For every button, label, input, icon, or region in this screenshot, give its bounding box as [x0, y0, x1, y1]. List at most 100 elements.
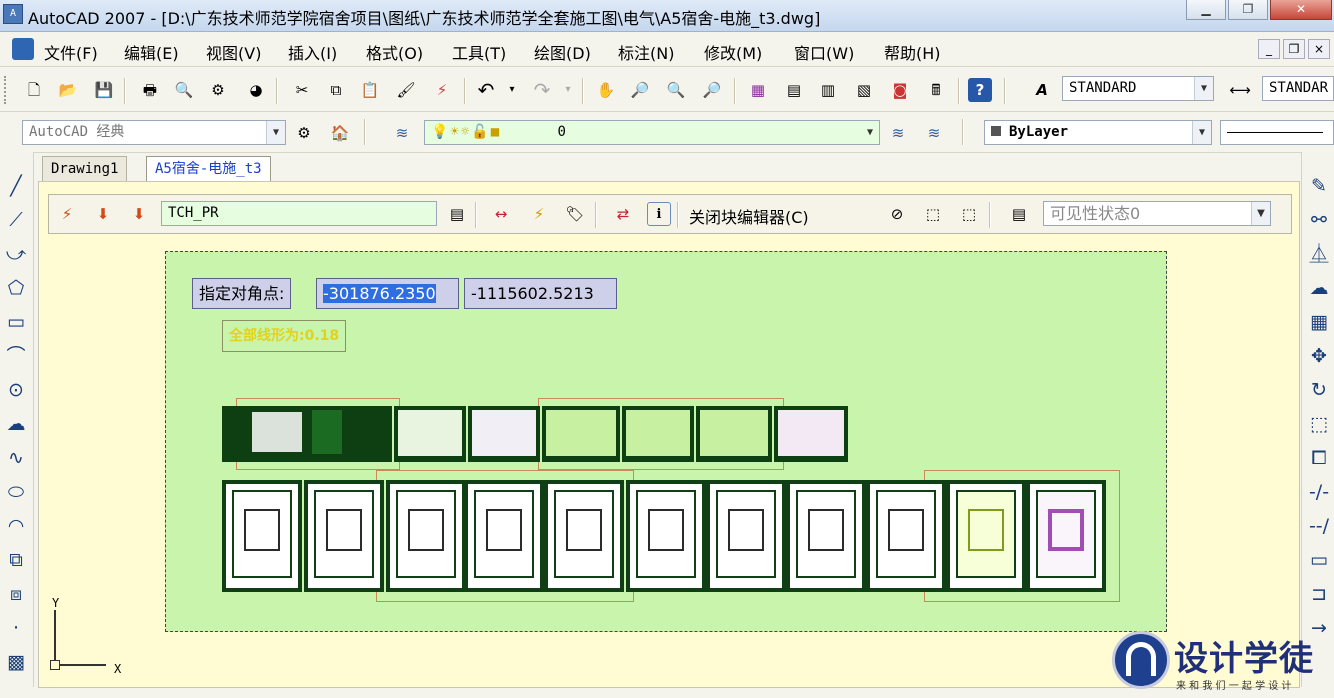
redo-icon[interactable]: ↷: [530, 78, 554, 102]
menu-draw[interactable]: 绘图(D): [534, 40, 591, 64]
doc-restore-button[interactable]: ❐: [1283, 39, 1305, 59]
parameter-set-icon[interactable]: 🏷: [563, 202, 587, 226]
stretch-icon[interactable]: ⧠: [1306, 444, 1332, 472]
workspace-settings-icon[interactable]: ⚙: [292, 121, 316, 145]
open-icon[interactable]: 📂: [56, 78, 80, 102]
tab-drawing1[interactable]: Drawing1: [42, 156, 128, 181]
drawing-sheet[interactable]: [542, 406, 620, 462]
floor-plan-sheet[interactable]: [464, 480, 544, 592]
chevron-down-icon[interactable]: ▼: [1194, 77, 1213, 100]
save-block-icon[interactable]: ⬇: [91, 202, 115, 226]
spline-icon[interactable]: ∿: [3, 444, 29, 472]
menu-insert[interactable]: 插入(I): [288, 40, 337, 64]
close-button[interactable]: ✕: [1270, 0, 1332, 20]
scale-icon[interactable]: ⬚: [1306, 410, 1332, 438]
tab-a5-dorm[interactable]: A5宿舍-电施_t3: [146, 156, 271, 181]
pan-icon[interactable]: ✋: [594, 78, 618, 102]
offset-icon[interactable]: ☁: [1306, 274, 1332, 302]
layer-previous-icon[interactable]: ≋: [922, 121, 946, 145]
redo-dropdown-icon[interactable]: ▾: [556, 78, 580, 102]
visibility-state-select[interactable]: 可见性状态0 ▼: [1043, 201, 1271, 226]
properties-icon[interactable]: ▦: [746, 78, 770, 102]
minimize-button[interactable]: ▁: [1186, 0, 1226, 20]
help-icon[interactable]: ?: [968, 78, 992, 102]
drawing-sheet[interactable]: [394, 406, 466, 462]
restore-button[interactable]: ❐: [1228, 0, 1268, 20]
construction-line-icon[interactable]: ⟋: [3, 206, 29, 234]
floor-plan-sheet[interactable]: [706, 480, 786, 592]
block-name-field[interactable]: TCH_PR: [161, 201, 437, 226]
visibility-mode-icon[interactable]: ⊘: [885, 202, 909, 226]
match-properties-icon[interactable]: 🖌: [394, 78, 418, 102]
chevron-down-icon[interactable]: ▼: [266, 121, 285, 144]
parameter-icon[interactable]: ↔: [489, 202, 513, 226]
save-icon[interactable]: 💾: [92, 78, 116, 102]
floor-plan-sheet[interactable]: [304, 480, 384, 592]
edit-block-icon[interactable]: ⚡: [55, 202, 79, 226]
make-invisible-icon[interactable]: ⬚: [957, 202, 981, 226]
3d-dwf-icon[interactable]: ◕: [244, 78, 268, 102]
layer-manager-icon[interactable]: ≋: [390, 121, 414, 145]
plot-preview-icon[interactable]: 🔍: [172, 78, 196, 102]
chevron-down-icon[interactable]: ▼: [861, 121, 879, 144]
erase-icon[interactable]: ✎: [1306, 172, 1332, 200]
markup-icon[interactable]: ◙: [888, 78, 912, 102]
close-block-editor-button[interactable]: 关闭块编辑器(C): [689, 204, 809, 228]
attribute-definition-icon[interactable]: ⇄: [611, 202, 635, 226]
drawing-sheet[interactable]: [696, 406, 772, 462]
design-center-icon[interactable]: ▤: [782, 78, 806, 102]
menu-window[interactable]: 窗口(W): [794, 40, 854, 64]
make-block-icon[interactable]: ⧈: [3, 580, 29, 608]
mirror-icon[interactable]: ⏅: [1306, 240, 1332, 268]
hatch-icon[interactable]: ▩: [3, 648, 29, 676]
floor-plan-sheet[interactable]: [1026, 480, 1106, 592]
point-icon[interactable]: ·: [3, 614, 29, 642]
paste-icon[interactable]: 📋: [358, 78, 382, 102]
zoom-realtime-icon[interactable]: 🔎: [628, 78, 652, 102]
text-style-icon[interactable]: A: [1030, 78, 1054, 102]
extend-icon[interactable]: --/: [1306, 512, 1332, 540]
layer-select[interactable]: 💡☀☼🔓■ 0 ▼: [424, 120, 880, 145]
trim-icon[interactable]: -/-: [1306, 478, 1332, 506]
action-icon[interactable]: ⚡: [527, 202, 551, 226]
text-style-select[interactable]: STANDARD ▼: [1062, 76, 1214, 101]
document-icon[interactable]: [12, 38, 34, 60]
dim-style-icon[interactable]: ⟷: [1228, 78, 1252, 102]
make-layer-current-icon[interactable]: ≋: [886, 121, 910, 145]
ellipse-arc-icon[interactable]: ◠: [3, 512, 29, 540]
sheet-set-icon[interactable]: ▧: [852, 78, 876, 102]
chevron-down-icon[interactable]: ▼: [1251, 202, 1270, 225]
menu-format[interactable]: 格式(O): [366, 40, 423, 64]
block-editor-icon[interactable]: ⚡: [430, 78, 454, 102]
array-icon[interactable]: ▦: [1306, 308, 1332, 336]
menu-help[interactable]: 帮助(H): [884, 40, 941, 64]
floor-plan-sheet[interactable]: [946, 480, 1026, 592]
dim-style-select[interactable]: STANDAR: [1262, 76, 1334, 101]
menu-edit[interactable]: 编辑(E): [124, 40, 179, 64]
rectangle-icon[interactable]: ▭: [3, 308, 29, 336]
undo-icon[interactable]: ↶: [474, 78, 498, 102]
color-select[interactable]: ByLayer ▼: [984, 120, 1212, 145]
rotate-icon[interactable]: ↻: [1306, 376, 1332, 404]
break-icon[interactable]: ▭: [1306, 546, 1332, 574]
revision-cloud-icon[interactable]: ☁: [3, 410, 29, 438]
drawing-sheet[interactable]: [468, 406, 540, 462]
doc-minimize-button[interactable]: _: [1258, 39, 1280, 59]
chevron-down-icon[interactable]: ▼: [1192, 121, 1211, 144]
arc-icon[interactable]: ⌒: [3, 342, 29, 370]
autocad-app-icon[interactable]: A: [3, 4, 23, 24]
my-workspace-icon[interactable]: 🏠: [328, 121, 352, 145]
floor-plan-sheet[interactable]: [626, 480, 706, 592]
calculator-icon[interactable]: 🖩: [924, 78, 948, 102]
toolbar-grip[interactable]: [4, 76, 8, 104]
linetype-select[interactable]: [1220, 120, 1334, 145]
cut-icon[interactable]: ✂: [290, 78, 314, 102]
floor-plan-sheet[interactable]: [544, 480, 624, 592]
floor-plan-sheet[interactable]: [866, 480, 946, 592]
print-icon[interactable]: 🖶: [138, 78, 162, 102]
floor-plan-sheet[interactable]: [222, 480, 302, 592]
save-block-as-icon[interactable]: ⬇: [127, 202, 151, 226]
menu-dimension[interactable]: 标注(N): [618, 40, 674, 64]
menu-tools[interactable]: 工具(T): [452, 40, 506, 64]
ellipse-icon[interactable]: ⬭: [3, 478, 29, 506]
